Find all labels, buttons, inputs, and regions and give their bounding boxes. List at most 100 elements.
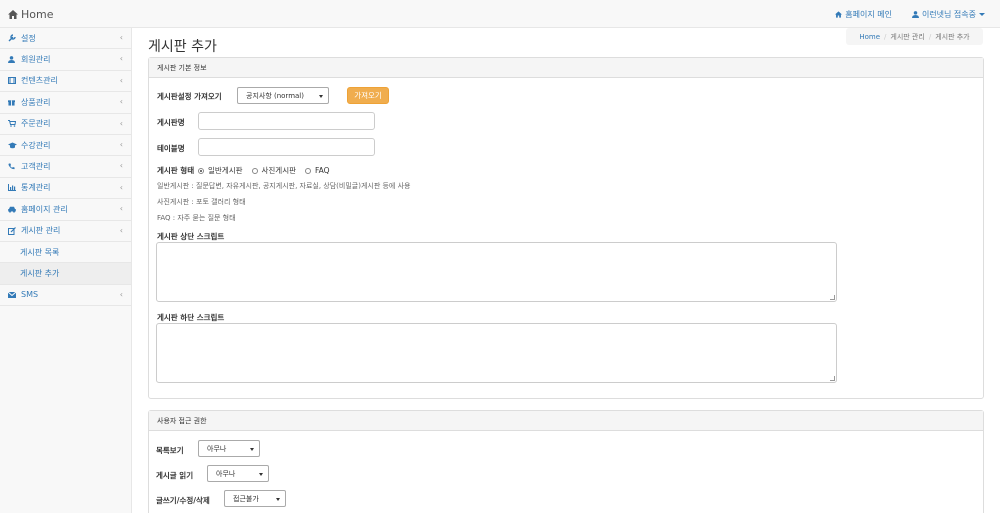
list-view-select[interactable]: 아무나 <box>198 440 260 457</box>
top-script-label: 게시판 상단 스크립트 <box>157 232 225 241</box>
chevron-left-icon: ‹ <box>119 289 123 299</box>
sidebar-item-label: 게시판 관리 <box>21 226 61 236</box>
chevron-left-icon: ‹ <box>119 54 123 64</box>
breadcrumb: Home / 게시판 관리 / 게시판 추가 <box>846 28 983 45</box>
sidebar: 설정 ‹ 회원관리 ‹ 컨텐츠관리 ‹ 상품관리 ‹ 주문관리 ‹ 수강관리 ‹… <box>0 28 132 513</box>
radio-checked-icon <box>198 167 204 174</box>
sidebar-item-sms[interactable]: SMS ‹ <box>0 285 131 307</box>
user-icon <box>8 56 18 64</box>
board-type-option-photo[interactable]: 사진게시판 <box>251 165 297 176</box>
sidebar-item-members[interactable]: 회원관리 ‹ <box>0 49 131 71</box>
write-edit-delete-select-value: 접근불가 <box>233 494 259 503</box>
home-icon <box>835 11 843 18</box>
board-name-input[interactable] <box>198 112 375 130</box>
sidebar-item-label: 주문관리 <box>21 119 51 129</box>
sidebar-item-courses[interactable]: 수강관리 ‹ <box>0 135 131 157</box>
sidebar-item-label: 컨텐츠관리 <box>21 76 58 86</box>
page-title: 게시판 추가 <box>148 39 217 55</box>
user-menu-dropdown[interactable]: 이런넷님 접속중 <box>911 9 985 20</box>
breadcrumb-home-link[interactable]: Home <box>859 33 880 41</box>
radio-unchecked-icon <box>251 167 258 174</box>
load-settings-label: 게시판설정 가져오기 <box>157 92 222 101</box>
chevron-left-icon: ‹ <box>119 204 123 214</box>
load-settings-button[interactable]: 가져오기 <box>347 87 389 104</box>
load-settings-select-value: 공지사항 (normal) <box>246 91 304 100</box>
sidebar-item-label: SMS <box>21 290 39 300</box>
brand-label: Home <box>21 8 54 21</box>
panel-heading: 게시판 기본 정보 <box>149 58 983 78</box>
cart-icon <box>8 120 18 128</box>
board-type-option-label: FAQ <box>315 166 330 175</box>
chevron-left-icon: ‹ <box>119 97 123 107</box>
board-type-option-label: 일반게시판 <box>208 166 243 175</box>
breadcrumb-board-manage-link[interactable]: 게시판 관리 <box>890 32 924 42</box>
table-name-input[interactable] <box>198 138 375 156</box>
sidebar-item-orders[interactable]: 주문관리 ‹ <box>0 114 131 135</box>
panel-heading: 사용자 접근 권한 <box>149 411 983 431</box>
dropdown-arrow-icon <box>319 95 323 98</box>
board-type-option-faq[interactable]: FAQ <box>305 166 330 175</box>
bottom-script-textarea[interactable] <box>156 323 837 383</box>
car-icon <box>8 206 18 213</box>
sidebar-item-label: 설정 <box>21 33 36 43</box>
board-name-label: 게시판명 <box>157 118 185 127</box>
sidebar-item-label: 수강관리 <box>21 140 51 150</box>
user-status-label: 이런넷님 접속중 <box>921 10 976 19</box>
chevron-left-icon: ‹ <box>119 75 123 85</box>
sidebar-item-homepage[interactable]: 홈페이지 관리 ‹ <box>0 199 131 221</box>
sidebar-subitem-board-add[interactable]: 게시판 추가 <box>0 263 131 285</box>
write-edit-delete-label: 글쓰기/수정/삭제 <box>156 496 210 505</box>
breadcrumb-current: 게시판 추가 <box>935 32 970 41</box>
homepage-main-label: 홈페이지 메인 <box>845 10 892 19</box>
board-type-desc-faq: FAQ : 자주 묻는 질문 형태 <box>157 214 236 222</box>
board-type-desc-photo: 사진게시판 : 포토 갤러리 형태 <box>157 198 246 206</box>
radio-unchecked-icon <box>305 167 311 174</box>
board-type-option-label: 사진게시판 <box>261 166 297 175</box>
brand-home-link[interactable]: Home <box>8 8 53 21</box>
resize-grip-icon[interactable] <box>830 295 835 300</box>
sidebar-item-statistics[interactable]: 통계관리 ‹ <box>0 178 131 200</box>
user-icon <box>911 11 919 18</box>
sidebar-item-board[interactable]: 게시판 관리 ‹ <box>0 221 131 242</box>
board-type-option-normal[interactable]: 일반게시판 <box>198 165 243 176</box>
sidebar-item-label: 통계관리 <box>21 183 51 193</box>
wrench-icon <box>8 34 18 42</box>
chevron-left-icon: ‹ <box>119 139 123 149</box>
sidebar-item-contents[interactable]: 컨텐츠관리 ‹ <box>0 71 131 93</box>
caret-down-icon <box>979 13 985 16</box>
sidebar-item-label: 회원관리 <box>21 55 51 65</box>
edit-icon <box>8 226 18 235</box>
sidebar-subitem-label: 게시판 추가 <box>20 268 60 278</box>
film-icon <box>8 77 18 85</box>
gift-icon <box>8 99 18 106</box>
write-edit-delete-select[interactable]: 접근불가 <box>224 490 286 507</box>
chevron-left-icon: ‹ <box>119 182 123 192</box>
graduation-cap-icon <box>8 142 18 149</box>
read-post-select-value: 아무나 <box>216 469 236 478</box>
top-navbar: Home 홈페이지 메인 이런넷님 접속중 <box>0 0 1000 28</box>
load-settings-select[interactable]: 공지사항 (normal) <box>237 87 329 104</box>
top-script-textarea[interactable] <box>156 242 837 302</box>
sidebar-item-label: 상품관리 <box>21 97 51 107</box>
list-view-select-value: 아무나 <box>207 444 227 453</box>
resize-grip-icon[interactable] <box>830 376 835 381</box>
breadcrumb-separator: / <box>884 32 887 41</box>
home-icon <box>8 10 18 19</box>
sidebar-item-customers[interactable]: 고객관리 ‹ <box>0 156 131 178</box>
homepage-main-link[interactable]: 홈페이지 메인 <box>835 9 892 20</box>
table-name-label: 테이블명 <box>157 144 185 153</box>
chevron-left-icon: ‹ <box>119 225 123 235</box>
sidebar-subitem-board-list[interactable]: 게시판 목록 <box>0 242 131 264</box>
chevron-left-icon: ‹ <box>119 118 123 128</box>
dropdown-arrow-icon <box>276 498 280 501</box>
read-post-label: 게시글 읽기 <box>156 471 194 480</box>
dropdown-arrow-icon <box>259 473 263 476</box>
board-type-desc-normal: 일반게시판 : 질문답변, 자유게시판, 공지게시판, 자료실, 상담(비밀글)… <box>157 182 411 190</box>
read-post-select[interactable]: 아무나 <box>207 465 269 482</box>
chevron-left-icon: ‹ <box>119 161 123 171</box>
envelope-icon <box>8 291 18 298</box>
sidebar-item-products[interactable]: 상품관리 ‹ <box>0 92 131 114</box>
sidebar-subitem-label: 게시판 목록 <box>20 247 60 257</box>
sidebar-item-settings[interactable]: 설정 ‹ <box>0 28 131 50</box>
bottom-script-label: 게시판 하단 스크립트 <box>157 313 225 322</box>
